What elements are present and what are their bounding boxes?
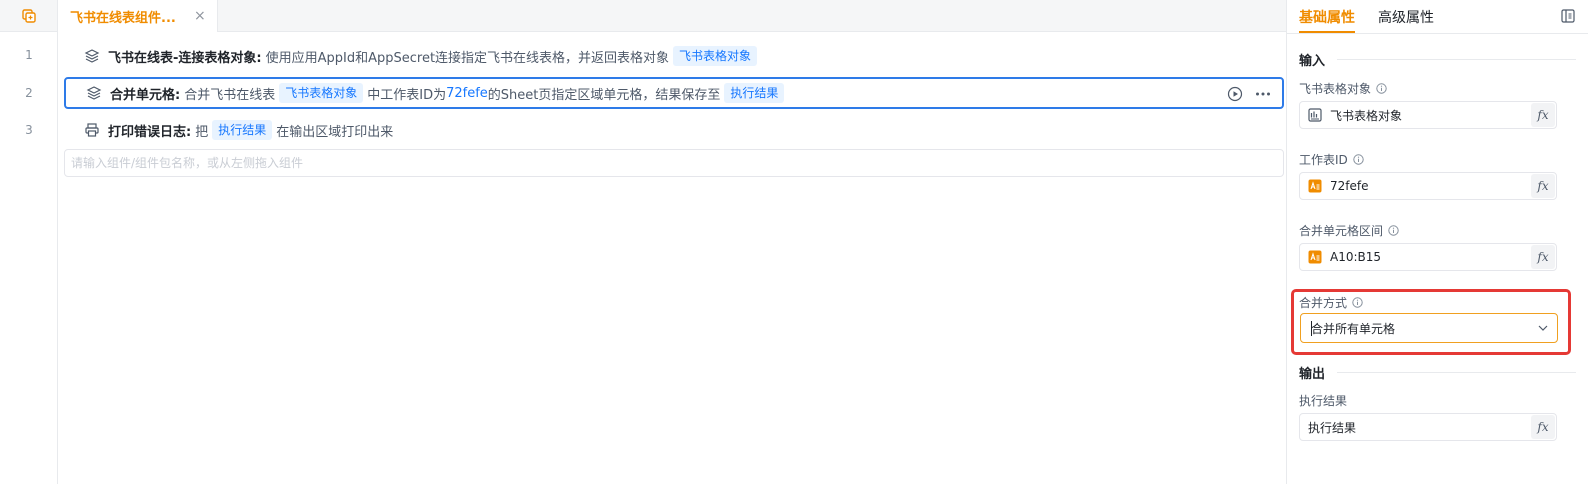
layers-icon <box>84 48 100 64</box>
collapse-panel-icon[interactable] <box>1560 8 1576 24</box>
properties-panel: 基础属性 高级属性 输入 飞书表格对象 飞书表格对象 fx 工作表ID 72fe… <box>1286 0 1588 484</box>
step-description: 中工作表ID为 <box>367 87 447 103</box>
field-label-text: 工作表ID <box>1299 153 1348 167</box>
field-value: 执行结果 <box>1308 420 1357 435</box>
fx-button[interactable]: fx <box>1531 174 1555 198</box>
info-icon[interactable] <box>1352 297 1363 308</box>
component-library-icon[interactable] <box>21 8 37 24</box>
tab-basic-properties[interactable]: 基础属性 <box>1299 7 1355 27</box>
text-type-icon <box>1308 179 1322 193</box>
run-step-icon[interactable] <box>1226 85 1244 103</box>
step-title: 飞书在线表-连接表格对象: <box>108 50 262 66</box>
info-icon[interactable] <box>1388 225 1399 236</box>
field-label-text: 合并单元格区间 <box>1299 224 1384 238</box>
chevron-down-icon[interactable] <box>1537 322 1549 334</box>
section-divider <box>1337 59 1576 60</box>
info-icon[interactable] <box>1376 83 1387 94</box>
field-label-text: 执行结果 <box>1299 394 1348 408</box>
layers-icon <box>86 85 102 101</box>
step-description: 在输出区域打印出来 <box>276 124 394 140</box>
variable-chip[interactable]: 执行结果 <box>212 120 273 140</box>
fx-button[interactable]: fx <box>1531 415 1555 439</box>
close-icon[interactable]: × <box>194 8 206 24</box>
tab-advanced-properties[interactable]: 高级属性 <box>1378 7 1434 27</box>
line-number: 2 <box>25 86 33 100</box>
variable-chip[interactable]: 飞书表格对象 <box>279 83 364 103</box>
field-label: 合并方式 <box>1299 294 1363 311</box>
tab-flow[interactable]: 飞书在线表组件... × <box>58 0 218 32</box>
field-label-text: 合并方式 <box>1299 296 1348 310</box>
fx-button[interactable]: fx <box>1531 245 1555 269</box>
step-title: 合并单元格: <box>110 87 181 103</box>
flow-step-merge-cells[interactable]: 合并单元格: 合并飞书在线表 飞书表格对象 中工作表ID为 72fefe 的Sh… <box>64 77 1284 109</box>
sheet-object-field[interactable]: 飞书表格对象 <box>1299 101 1557 129</box>
step-title: 打印错误日志: <box>108 124 192 140</box>
line-number: 3 <box>25 123 33 137</box>
fx-button[interactable]: fx <box>1531 103 1555 127</box>
step-description: 把 <box>195 124 209 140</box>
panel-tabs: 基础属性 高级属性 <box>1287 0 1588 34</box>
field-value: 飞书表格对象 <box>1330 108 1403 123</box>
section-input-title: 输入 <box>1299 54 1326 69</box>
gutter-header <box>0 0 57 32</box>
variable-chip[interactable]: 执行结果 <box>724 83 785 103</box>
line-gutter: 1 2 3 <box>0 0 58 484</box>
step-actions <box>1226 85 1272 103</box>
cell-range-field[interactable]: A10:B15 <box>1299 243 1557 271</box>
param-value[interactable]: 72fefe <box>446 86 488 101</box>
text-type-icon <box>1308 250 1322 264</box>
add-component-input[interactable] <box>64 149 1284 177</box>
printer-icon <box>84 122 100 138</box>
step-description: 合并飞书在线表 <box>184 87 276 103</box>
line-number: 1 <box>25 48 33 62</box>
field-label-text: 飞书表格对象 <box>1299 82 1372 96</box>
text-caret <box>1311 321 1312 336</box>
section-output-title: 输出 <box>1299 367 1326 382</box>
field-label: 执行结果 <box>1299 392 1347 409</box>
editor-tabbar: 飞书在线表组件... × <box>58 0 1286 32</box>
info-icon[interactable] <box>1353 154 1364 165</box>
table-variable-icon <box>1308 108 1322 122</box>
variable-chip[interactable]: 飞书表格对象 <box>673 46 758 66</box>
active-tab-indicator <box>1299 31 1355 33</box>
step-description: 的Sheet页指定区域单元格，结果保存至 <box>487 87 721 103</box>
field-value: A10:B15 <box>1330 250 1382 264</box>
section-divider <box>1337 372 1576 373</box>
merge-mode-select[interactable]: 合并所有单元格 <box>1300 313 1558 343</box>
flow-step-connect[interactable]: 飞书在线表-连接表格对象: 使用应用AppId和AppSecret连接指定飞书在… <box>64 40 1284 72</box>
more-icon[interactable] <box>1254 85 1272 103</box>
sheet-id-field[interactable]: 72fefe <box>1299 172 1557 200</box>
field-value: 72fefe <box>1330 179 1369 193</box>
step-description: 使用应用AppId和AppSecret连接指定飞书在线表格，并返回表格对象 <box>265 50 670 66</box>
flow-step-print-log[interactable]: 打印错误日志: 把 执行结果 在输出区域打印出来 <box>64 114 1284 146</box>
field-label: 飞书表格对象 <box>1299 80 1387 97</box>
select-value: 合并所有单元格 <box>1311 321 1396 336</box>
field-label: 工作表ID <box>1299 151 1364 168</box>
tab-label: 飞书在线表组件... <box>70 10 176 26</box>
result-field[interactable]: 执行结果 <box>1299 413 1557 441</box>
field-label: 合并单元格区间 <box>1299 222 1399 239</box>
